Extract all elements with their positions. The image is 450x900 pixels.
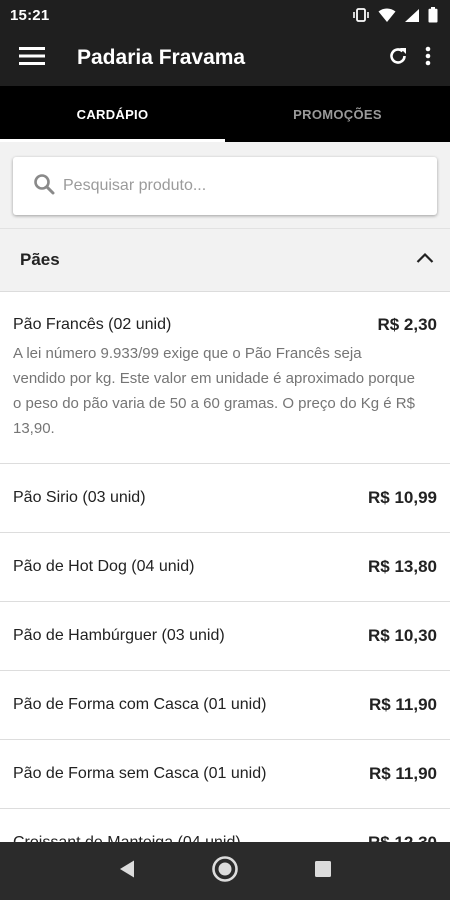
status-icons	[352, 7, 438, 23]
vibrate-icon	[352, 7, 370, 23]
list-item[interactable]: Pão de Forma com Casca (01 unid) R$ 11,9…	[0, 671, 450, 740]
menu-button[interactable]	[0, 30, 64, 86]
tab-bar: CARDÁPIO PROMOÇÕES	[0, 86, 450, 142]
search-container	[0, 142, 450, 228]
item-price: R$ 13,80	[368, 557, 437, 576]
refresh-button[interactable]	[386, 38, 410, 78]
more-options-button[interactable]	[416, 38, 440, 78]
hamburger-menu-icon	[19, 46, 45, 71]
item-price: R$ 2,30	[377, 314, 437, 334]
app-bar: Padaria Fravama	[0, 30, 450, 86]
item-name: Pão de Forma sem Casca (01 unid)	[13, 765, 267, 782]
app-actions	[386, 38, 450, 78]
item-name: Croissant de Manteiga (04 unid)	[13, 834, 241, 842]
back-triangle-icon	[118, 859, 136, 884]
status-bar: 15:21	[0, 0, 450, 30]
tab-cardapio[interactable]: CARDÁPIO	[0, 86, 225, 142]
menu-content: Pães Pão Francês (02 unid) R$ 2,30 A lei…	[0, 142, 450, 842]
refresh-icon	[387, 45, 409, 72]
item-name: Pão de Hot Dog (04 unid)	[13, 558, 195, 575]
list-item[interactable]: Pão de Forma sem Casca (01 unid) R$ 11,9…	[0, 740, 450, 809]
list-item[interactable]: Pão de Hambúrguer (03 unid) R$ 10,30	[0, 602, 450, 671]
section-header-paes[interactable]: Pães	[0, 228, 450, 292]
chevron-up-icon	[416, 251, 434, 269]
item-price: R$ 11,90	[368, 764, 437, 783]
tab-promocoes[interactable]: PROMOÇÕES	[225, 86, 450, 142]
item-price: R$ 10,30	[368, 626, 437, 645]
list-item[interactable]: Croissant de Manteiga (04 unid) R$ 12,30	[0, 809, 450, 842]
list-item[interactable]: Pão Francês (02 unid) R$ 2,30 A lei núme…	[0, 292, 450, 464]
recents-square-icon	[314, 860, 332, 883]
status-time: 15:21	[10, 6, 50, 24]
system-nav-bar	[0, 842, 450, 900]
home-button[interactable]	[205, 851, 245, 891]
app-title: Padaria Fravama	[77, 46, 246, 69]
search-box[interactable]	[13, 157, 437, 215]
list-item[interactable]: Pão Sirio (03 unid) R$ 10,99	[0, 464, 450, 533]
list-item[interactable]: Pão de Hot Dog (04 unid) R$ 13,80	[0, 533, 450, 602]
more-vertical-icon	[425, 46, 431, 71]
wifi-icon	[378, 8, 396, 23]
item-name: Pão Sirio (03 unid)	[13, 489, 146, 506]
item-price: R$ 11,90	[368, 695, 437, 714]
search-icon	[33, 173, 55, 200]
item-description: A lei número 9.933/99 exige que o Pão Fr…	[13, 344, 415, 437]
item-name: Pão de Hambúrguer (03 unid)	[13, 627, 225, 644]
section-title: Pães	[20, 250, 60, 269]
battery-icon	[428, 7, 438, 23]
item-name: Pão Francês (02 unid)	[13, 315, 172, 333]
back-button[interactable]	[107, 851, 147, 891]
item-price: R$ 12,30	[368, 833, 437, 842]
home-circle-icon	[211, 855, 239, 888]
item-price: R$ 10,99	[368, 488, 437, 507]
search-input[interactable]	[63, 177, 403, 195]
signal-icon	[404, 8, 420, 23]
recents-button[interactable]	[303, 851, 343, 891]
item-name: Pão de Forma com Casca (01 unid)	[13, 696, 267, 713]
